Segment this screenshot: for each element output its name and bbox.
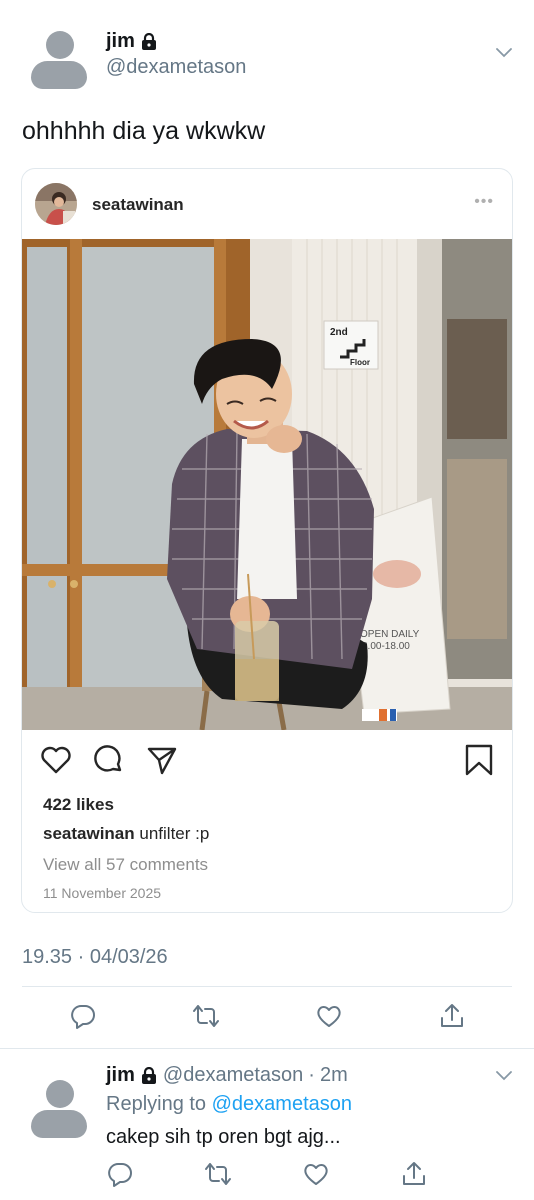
divider [0, 1048, 534, 1049]
retweet-icon[interactable] [192, 1002, 220, 1030]
post-photo-illustration: 2nd Floor OPEN DAILY 8.00-18.00 [22, 239, 512, 730]
board-line2: 8.00-18.00 [362, 641, 410, 652]
lock-icon [141, 1066, 156, 1084]
reply-handle[interactable]: @dexametason [163, 1064, 303, 1087]
share-icon[interactable] [145, 743, 179, 777]
instagram-embed-card[interactable]: seatawinan ••• 2nd Floor OPEN DAILY 8.00… [21, 168, 513, 913]
author-display-name[interactable]: jim [106, 30, 135, 53]
ig-header: seatawinan ••• [22, 169, 512, 239]
ig-avatar[interactable] [35, 183, 77, 225]
reply-action-bar [0, 1160, 534, 1200]
reply-text: cakep sih tp oren bgt ajg... [106, 1126, 341, 1148]
ig-photo[interactable]: 2nd Floor OPEN DAILY 8.00-18.00 [22, 239, 512, 730]
ig-caption: seatawinan unfilter :p [43, 824, 209, 844]
ig-likes-count[interactable]: 422 likes [43, 795, 114, 815]
share-tweet-icon[interactable] [438, 1002, 466, 1030]
bookmark-icon[interactable] [462, 743, 496, 777]
more-options-icon[interactable]: ••• [474, 193, 494, 211]
retweet-icon[interactable] [204, 1160, 232, 1188]
ig-username[interactable]: seatawinan [92, 195, 184, 215]
like-icon[interactable] [315, 1002, 343, 1030]
avatar-head [46, 1080, 74, 1108]
replying-to: Replying to @dexametason [106, 1093, 352, 1116]
reply-avatar[interactable] [31, 1080, 87, 1138]
reply-name-row[interactable]: jim @dexametason · 2m [106, 1064, 348, 1087]
author-handle[interactable]: @dexametason [106, 56, 246, 79]
share-tweet-icon[interactable] [400, 1160, 428, 1188]
chevron-down-icon[interactable] [495, 1070, 513, 1082]
chevron-down-icon[interactable] [495, 47, 513, 59]
board-line1: OPEN DAILY [360, 629, 420, 640]
comment-icon[interactable] [92, 743, 126, 777]
replying-mention[interactable]: @dexametason [212, 1093, 352, 1115]
reply-display-name[interactable]: jim [106, 1064, 135, 1087]
author-name-row[interactable]: jim [106, 30, 158, 53]
ig-post-date: 11 November 2025 [43, 885, 162, 901]
ig-action-bar [22, 743, 512, 783]
reply-age[interactable]: 2m [320, 1064, 348, 1087]
tweet-header: jim @dexametason [0, 0, 534, 100]
replying-prefix: Replying to [106, 1093, 207, 1115]
avatar-body [31, 1110, 87, 1138]
lock-icon [141, 32, 156, 50]
ig-caption-user[interactable]: seatawinan [43, 824, 135, 843]
tweet-text: ohhhhh dia ya wkwkw [22, 117, 266, 145]
like-icon[interactable] [302, 1160, 330, 1188]
floor-sign-line2: Floor [350, 358, 370, 367]
ig-caption-text: unfilter :p [139, 824, 210, 843]
reply-icon[interactable] [69, 1002, 97, 1030]
view-comments-link[interactable]: View all 57 comments [43, 855, 208, 875]
reply-icon[interactable] [106, 1160, 134, 1188]
tweet-timestamp[interactable]: 19.35 · 04/03/26 [22, 946, 168, 969]
divider [22, 986, 512, 987]
tweet-action-bar [0, 1002, 534, 1042]
floor-sign-line1: 2nd [330, 327, 348, 338]
avatar-body [31, 61, 87, 89]
avatar[interactable] [31, 31, 87, 89]
reply-separator: · [308, 1064, 315, 1086]
heart-icon[interactable] [39, 743, 73, 777]
ig-avatar-image [35, 183, 77, 225]
avatar-head [46, 31, 74, 59]
